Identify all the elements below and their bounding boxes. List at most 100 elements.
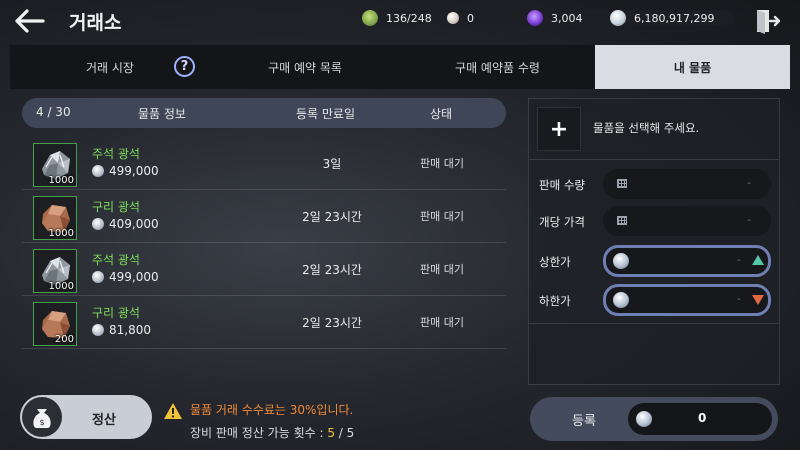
item-name: 구리 광석: [92, 306, 140, 320]
tab-reserved-items-receive[interactable]: 구매 예약품 수령: [400, 45, 595, 89]
upper-limit-label: 상한가: [539, 255, 571, 269]
dark-orb-icon: [527, 10, 543, 26]
tab-purchase-reservations-label: 구매 예약 목록: [268, 60, 342, 75]
item-name: 구리 광석: [92, 200, 140, 214]
register-label: 등록: [572, 414, 596, 429]
item-price: 409,000: [92, 217, 159, 231]
silver-coin-icon: [613, 292, 629, 308]
column-item-info: 물품 정보: [138, 107, 186, 121]
keypad-icon: [617, 179, 627, 188]
sell-quantity-value: -: [747, 176, 751, 189]
item-price: 499,000: [92, 164, 159, 178]
item-expiry: 2일 23시간: [302, 210, 362, 224]
item-price-value: 409,000: [109, 217, 159, 231]
tab-my-items[interactable]: 내 물품: [595, 45, 790, 89]
upper-limit-price-field[interactable]: -: [603, 245, 771, 277]
page-title: 거래소: [69, 12, 122, 34]
header: 거래소 136/248 0 3,004 6,180,917,299: [0, 0, 800, 44]
item-name: 주석 광석: [92, 253, 140, 267]
item-price-value: 499,000: [109, 270, 159, 284]
tab-reserved-items-receive-label: 구매 예약품 수령: [455, 60, 540, 75]
item-status: 판매 대기: [420, 316, 464, 329]
register-panel: + 물품을 선택해 주세요. 판매 수량 - 개당 가격 - 상한가 - 하한가…: [528, 98, 780, 385]
silver-coin-icon: [92, 324, 104, 336]
listing-row[interactable]: 1000 주석 광석 499,000 3일 판매 대기: [22, 137, 506, 190]
register-total-field: 0: [628, 403, 772, 435]
column-status: 상태: [430, 107, 453, 121]
money-bag-icon: $: [33, 409, 51, 428]
tab-purchase-reservations[interactable]: 구매 예약 목록: [210, 45, 400, 89]
item-price: 499,000: [92, 270, 159, 284]
sell-quantity-input[interactable]: -: [603, 169, 771, 199]
settle-button[interactable]: $ 정산: [20, 395, 152, 439]
currency-capacity: 136/248: [362, 9, 454, 27]
listing-count: 4 / 30: [36, 105, 71, 119]
item-slot: 1000: [33, 249, 77, 293]
pearl-icon: [447, 12, 459, 24]
item-status: 판매 대기: [420, 157, 464, 170]
item-quantity: 1000: [48, 281, 74, 292]
currency-silver: 6,180,917,299: [610, 9, 734, 27]
listing-row[interactable]: 200 구리 광석 81,800 2일 23시간 판매 대기: [22, 296, 506, 349]
select-item-prompt: 물품을 선택해 주세요.: [593, 121, 700, 135]
settle-count: 장비 판매 정산 가능 횟수 : 5 / 5: [190, 424, 354, 441]
back-button[interactable]: [14, 6, 48, 36]
item-status: 판매 대기: [420, 263, 464, 276]
list-header: 4 / 30 물품 정보 등록 만료일 상태: [22, 98, 506, 128]
lower-limit-label: 하한가: [539, 294, 571, 308]
silver-value: 6,180,917,299: [634, 11, 715, 25]
silver-coin-icon: [610, 10, 626, 26]
item-expiry: 2일 23시간: [302, 316, 362, 330]
silver-coin-icon: [92, 271, 104, 283]
silver-coin-icon: [636, 411, 652, 427]
tab-my-items-label: 내 물품: [673, 60, 712, 75]
item-quantity: 1000: [48, 228, 74, 239]
lower-limit-price-field[interactable]: -: [603, 284, 771, 316]
price-up-arrow-icon: [752, 255, 764, 265]
tab-bar: 거래 시장 ? 구매 예약 목록 구매 예약품 수령 내 물품: [10, 45, 790, 89]
help-icon[interactable]: ?: [174, 56, 195, 77]
divider: [529, 323, 779, 324]
tab-market[interactable]: 거래 시장 ?: [10, 45, 210, 89]
dark-orb-value: 3,004: [551, 11, 583, 25]
price-down-arrow-icon: [752, 295, 764, 305]
settle-count-current: 5: [327, 426, 335, 440]
capacity-value: 136/248: [386, 11, 432, 25]
unit-price-label: 개당 가격: [539, 215, 585, 229]
settle-count-separator: /: [334, 426, 347, 440]
item-slot: 1000: [33, 196, 77, 240]
upper-limit-value: -: [737, 253, 741, 266]
sell-quantity-label: 판매 수량: [539, 178, 585, 192]
unit-price-value: -: [747, 213, 751, 226]
item-slot: 1000: [33, 143, 77, 187]
item-quantity: 200: [54, 334, 74, 345]
item-price-value: 81,800: [109, 323, 151, 337]
tab-market-label: 거래 시장: [86, 60, 134, 75]
back-arrow-icon: [15, 9, 45, 33]
silver-coin-icon: [613, 253, 629, 269]
plus-icon: +: [549, 116, 569, 142]
register-button[interactable]: 등록 0: [530, 397, 778, 441]
register-total-value: 0: [698, 411, 707, 425]
item-price: 81,800: [92, 323, 151, 337]
item-slot: 200: [33, 302, 77, 346]
unit-price-input[interactable]: -: [603, 206, 771, 236]
item-status: 판매 대기: [420, 210, 464, 223]
keypad-icon: [617, 216, 627, 225]
currency-pearl: 0: [445, 9, 527, 27]
silver-coin-icon: [92, 218, 104, 230]
add-item-button[interactable]: +: [537, 107, 581, 151]
settle-label: 정산: [92, 413, 116, 428]
bag-capacity-icon: [362, 10, 378, 26]
listing-row[interactable]: 1000 주석 광석 499,000 2일 23시간 판매 대기: [22, 243, 506, 296]
svg-text:$: $: [39, 418, 44, 427]
exit-button[interactable]: [755, 8, 781, 34]
listing-row[interactable]: 1000 구리 광석 409,000 2일 23시간 판매 대기: [22, 190, 506, 243]
fee-notice: 물품 거래 수수료는 30%입니다.: [190, 403, 354, 417]
settle-count-label: 장비 판매 정산 가능 횟수 :: [190, 426, 328, 440]
pearl-value: 0: [467, 11, 474, 25]
item-quantity: 1000: [48, 175, 74, 186]
item-expiry: 3일: [322, 157, 342, 171]
divider: [529, 159, 779, 160]
lower-limit-value: -: [737, 292, 741, 305]
